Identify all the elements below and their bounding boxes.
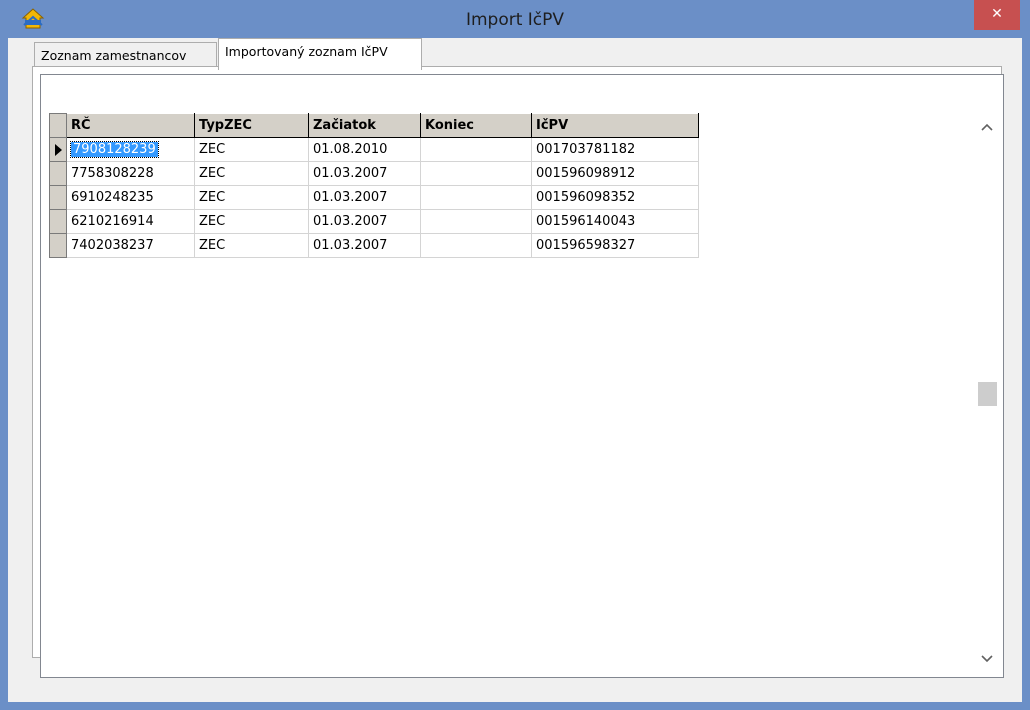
- cell-icpv[interactable]: 001596098912: [531, 161, 699, 186]
- cell-rc[interactable]: 7758308228: [66, 161, 195, 186]
- row-selector[interactable]: [49, 137, 67, 162]
- cell-icpv[interactable]: 001596098352: [531, 185, 699, 210]
- row-selector[interactable]: [49, 209, 67, 234]
- row-header-corner: [49, 113, 67, 138]
- grid-header-row: RČ TypZEC Začiatok Koniec IčPV: [49, 113, 699, 138]
- table-row[interactable]: 7908128239 ZEC 01.08.2010 001703781182: [49, 137, 699, 162]
- cell-rc[interactable]: 6910248235: [66, 185, 195, 210]
- cell-typzec[interactable]: ZEC: [194, 233, 309, 258]
- column-header-icpv[interactable]: IčPV: [531, 113, 699, 138]
- data-grid-table[interactable]: RČ TypZEC Začiatok Koniec IčPV 790812823…: [49, 113, 699, 258]
- close-button[interactable]: ✕: [974, 0, 1020, 30]
- cell-typzec[interactable]: ZEC: [194, 185, 309, 210]
- cell-rc[interactable]: 7908128239: [66, 137, 195, 162]
- table-row[interactable]: 6910248235 ZEC 01.03.2007 001596098352: [49, 185, 699, 210]
- title-bar[interactable]: Import IčPV ✕: [0, 0, 1030, 38]
- cell-icpv[interactable]: 001703781182: [531, 137, 699, 162]
- column-header-koniec[interactable]: Koniec: [420, 113, 532, 138]
- cell-typzec[interactable]: ZEC: [194, 209, 309, 234]
- cell-rc[interactable]: 7402038237: [66, 233, 195, 258]
- window-title: Import IčPV: [465, 10, 565, 30]
- table-row[interactable]: 6210216914 ZEC 01.03.2007 001596140043: [49, 209, 699, 234]
- cell-typzec[interactable]: ZEC: [194, 137, 309, 162]
- cell-zaciatok[interactable]: 01.03.2007: [308, 161, 421, 186]
- row-selector[interactable]: [49, 233, 67, 258]
- column-header-zaciatok[interactable]: Začiatok: [308, 113, 421, 138]
- dialog-window: Import IčPV ✕ Zoznam zamestnancov Import…: [0, 0, 1030, 710]
- cell-koniec[interactable]: [420, 137, 532, 162]
- cell-zaciatok[interactable]: 01.08.2010: [308, 137, 421, 162]
- cell-zaciatok[interactable]: 01.03.2007: [308, 233, 421, 258]
- cell-rc[interactable]: 6210216914: [66, 209, 195, 234]
- cell-koniec[interactable]: [420, 233, 532, 258]
- cell-koniec[interactable]: [420, 185, 532, 210]
- cell-typzec[interactable]: ZEC: [194, 161, 309, 186]
- cell-koniec[interactable]: [420, 209, 532, 234]
- scrollbar-thumb[interactable]: [978, 382, 997, 406]
- table-row[interactable]: 7758308228 ZEC 01.03.2007 001596098912: [49, 161, 699, 186]
- column-header-rc[interactable]: RČ: [66, 113, 195, 138]
- current-row-arrow-icon: [55, 143, 62, 156]
- row-selector[interactable]: [49, 185, 67, 210]
- cell-zaciatok[interactable]: 01.03.2007: [308, 209, 421, 234]
- row-selector[interactable]: [49, 161, 67, 186]
- cell-icpv[interactable]: 001596140043: [531, 209, 699, 234]
- chevron-up-icon[interactable]: [974, 112, 1000, 142]
- column-header-typzec[interactable]: TypZEC: [194, 113, 309, 138]
- cell-koniec[interactable]: [420, 161, 532, 186]
- tab-importovany-zoznam[interactable]: Importovaný zoznam IčPV: [218, 38, 422, 70]
- chevron-down-icon[interactable]: [974, 644, 1000, 674]
- cell-icpv[interactable]: 001596598327: [531, 233, 699, 258]
- cell-zaciatok[interactable]: 01.03.2007: [308, 185, 421, 210]
- table-row[interactable]: 7402038237 ZEC 01.03.2007 001596598327: [49, 233, 699, 258]
- tab-zoznam-zamestnancov[interactable]: Zoznam zamestnancov: [34, 42, 217, 68]
- vertical-scrollbar[interactable]: [974, 112, 1000, 674]
